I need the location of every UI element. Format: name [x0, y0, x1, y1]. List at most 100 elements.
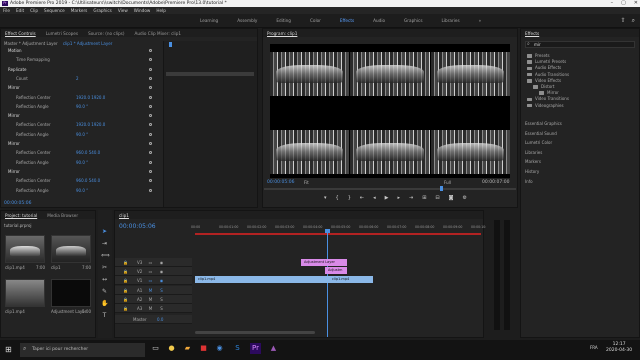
tab-sequence[interactable]: clip1: [119, 213, 129, 218]
windows-start-icon[interactable]: ⊞: [5, 345, 12, 354]
workspace-tab-color[interactable]: Color: [310, 18, 321, 23]
play-icon[interactable]: ▶: [385, 195, 389, 201]
property-value[interactable]: 90.0 °: [76, 132, 88, 137]
adjustment-layer-clip-bar[interactable]: [166, 72, 254, 76]
project-item-thumbnail[interactable]: [51, 279, 91, 307]
timeline-ruler[interactable]: 00:00 00:00:01:00 00:00:02:00 00:00:03:00 00…: [191, 225, 490, 231]
effect-property-row[interactable]: Reflection Center 960.0 540.0: [4, 150, 100, 155]
effect-row[interactable]: Replicate: [4, 67, 27, 72]
workspace-tab-effects[interactable]: Effects: [340, 18, 354, 23]
keyframe-toggle-icon[interactable]: [149, 49, 152, 52]
track-header[interactable]: A1 🔒 M S: [115, 286, 192, 295]
pen-tool-icon[interactable]: ✎: [101, 288, 108, 295]
property-value[interactable]: 1920.0 1920.0: [76, 95, 105, 100]
effect-controls-timeline[interactable]: [163, 41, 257, 207]
property-value[interactable]: 90.0 °: [76, 104, 88, 109]
solo-icon[interactable]: S: [159, 297, 164, 302]
keyframe-toggle-icon[interactable]: [149, 67, 152, 71]
ripple-edit-tool-icon[interactable]: ⟺: [101, 252, 110, 259]
tab-effects[interactable]: Effects: [525, 31, 539, 36]
timeline-zoom-scrollbar[interactable]: [195, 331, 315, 334]
file-explorer-icon[interactable]: ▰: [182, 343, 193, 354]
side-panel-header[interactable]: Libraries: [525, 150, 542, 155]
effect-row[interactable]: Mirror: [4, 85, 20, 90]
lock-icon[interactable]: 🔒: [123, 297, 128, 302]
track-header[interactable]: A2 🔒 M S: [115, 295, 192, 304]
app-icon[interactable]: ▲: [268, 343, 279, 354]
keyframe-toggle-icon[interactable]: [149, 104, 152, 108]
lock-icon[interactable]: 🔒: [123, 269, 128, 274]
effect-property-row[interactable]: Time Remapping: [4, 57, 50, 62]
keyframe-toggle-icon[interactable]: [149, 151, 152, 155]
playhead-handle-icon[interactable]: [325, 229, 330, 233]
tab-audio-clip-mixer[interactable]: Audio Clip Mixer: clip1: [135, 31, 182, 36]
share-icon[interactable]: ⇧: [621, 17, 626, 25]
menu-sequence[interactable]: Sequence: [44, 7, 65, 14]
side-panel-header[interactable]: Essential Graphics: [525, 121, 562, 126]
edge-icon[interactable]: ◉: [214, 343, 225, 354]
timeline-clip[interactable]: clip1.mp4: [329, 276, 373, 283]
tab-effect-controls[interactable]: Effect Controls: [5, 31, 36, 36]
workspace-tab-graphics[interactable]: Graphics: [404, 18, 423, 23]
menu-graphics[interactable]: Graphics: [93, 7, 112, 14]
master-track-header[interactable]: Master 0.0: [115, 315, 192, 324]
tab-source[interactable]: Source: (no clips): [88, 31, 124, 36]
lock-icon[interactable]: 🔒: [123, 288, 128, 293]
effect-property-row[interactable]: Reflection Center 960.0 540.0: [4, 178, 100, 183]
effect-property-row[interactable]: Reflection Angle 90.0 °: [4, 104, 88, 109]
project-item-thumbnail[interactable]: [5, 279, 45, 307]
effects-tree-item[interactable]: Audio Effects: [527, 65, 561, 70]
program-video-frame[interactable]: [270, 44, 510, 178]
mark-out-icon[interactable]: }: [348, 195, 351, 201]
workspace-tab-assembly[interactable]: Assembly: [237, 18, 257, 23]
menu-window[interactable]: Window: [134, 7, 151, 14]
solo-icon[interactable]: S: [159, 306, 164, 311]
mute-icon[interactable]: M: [148, 288, 153, 293]
menu-view[interactable]: View: [118, 7, 128, 14]
slip-tool-icon[interactable]: ↔: [101, 276, 108, 283]
keyframe-toggle-icon[interactable]: [149, 160, 152, 164]
fit-dropdown[interactable]: Fit: [304, 180, 309, 185]
hand-tool-icon[interactable]: ✋: [101, 300, 108, 307]
maximize-icon[interactable]: ▢: [621, 0, 626, 7]
side-panel-header[interactable]: Markers: [525, 159, 541, 164]
quality-dropdown[interactable]: Full: [444, 180, 451, 185]
track-header[interactable]: V3 🔒 ▭ ◉: [115, 258, 192, 267]
overwrite-icon[interactable]: ⊟: [435, 195, 439, 201]
timeline-clip[interactable]: Adjustm: [325, 267, 347, 274]
effects-tree-item[interactable]: Audio Transitions: [527, 72, 569, 77]
effect-property-row[interactable]: Reflection Angle 90.0 °: [4, 160, 88, 165]
side-panel-header[interactable]: Info: [525, 179, 533, 184]
keyframe-toggle-icon[interactable]: [149, 123, 152, 127]
property-value[interactable]: 2: [76, 76, 79, 81]
effect-row[interactable]: Mirror: [4, 169, 20, 174]
effect-row[interactable]: Mirror: [4, 113, 20, 118]
tab-media-browser[interactable]: Media Browser: [47, 213, 78, 218]
mute-icon[interactable]: M: [148, 306, 153, 311]
property-value[interactable]: 1920.0 1920.0: [76, 122, 105, 127]
eye-icon[interactable]: ◉: [159, 260, 164, 265]
effects-tree-item[interactable]: Lumetri Presets: [527, 59, 566, 64]
timeline-clip[interactable]: clip1.mp4: [195, 276, 329, 283]
step-forward-icon[interactable]: ▸: [397, 195, 400, 201]
effects-tree-item[interactable]: Video Transitions: [527, 96, 569, 101]
track-header[interactable]: A3 🔒 M S: [115, 304, 192, 313]
effects-tree-item[interactable]: Video Effects: [527, 78, 561, 83]
effect-property-row[interactable]: Reflection Angle 90.0 °: [4, 132, 88, 137]
eye-icon[interactable]: ◉: [159, 269, 164, 274]
sync-icon[interactable]: ▭: [148, 269, 153, 274]
effect-property-row[interactable]: Count 2: [4, 76, 79, 81]
workspace-tab-libraries[interactable]: Libraries: [442, 18, 460, 23]
track-header[interactable]: V1 🔒 ▭ ◉: [115, 276, 192, 285]
insert-icon[interactable]: ⊞: [422, 195, 426, 201]
effect-property-row[interactable]: Reflection Center 1920.0 1920.0: [4, 95, 105, 100]
effect-property-row[interactable]: Reflection Center 1920.0 1920.0: [4, 122, 105, 127]
track-select-tool-icon[interactable]: ⇥: [101, 240, 108, 247]
property-value[interactable]: 960.0 540.0: [76, 178, 100, 183]
effects-tree-item[interactable]: Videographies: [527, 103, 564, 108]
menu-clip[interactable]: Clip: [30, 7, 38, 14]
effects-tree-item[interactable]: Presets: [527, 53, 550, 58]
side-panel-header[interactable]: Essential Sound: [525, 131, 557, 136]
lock-icon[interactable]: 🔒: [123, 278, 128, 283]
keyframe-toggle-icon[interactable]: [149, 86, 152, 90]
